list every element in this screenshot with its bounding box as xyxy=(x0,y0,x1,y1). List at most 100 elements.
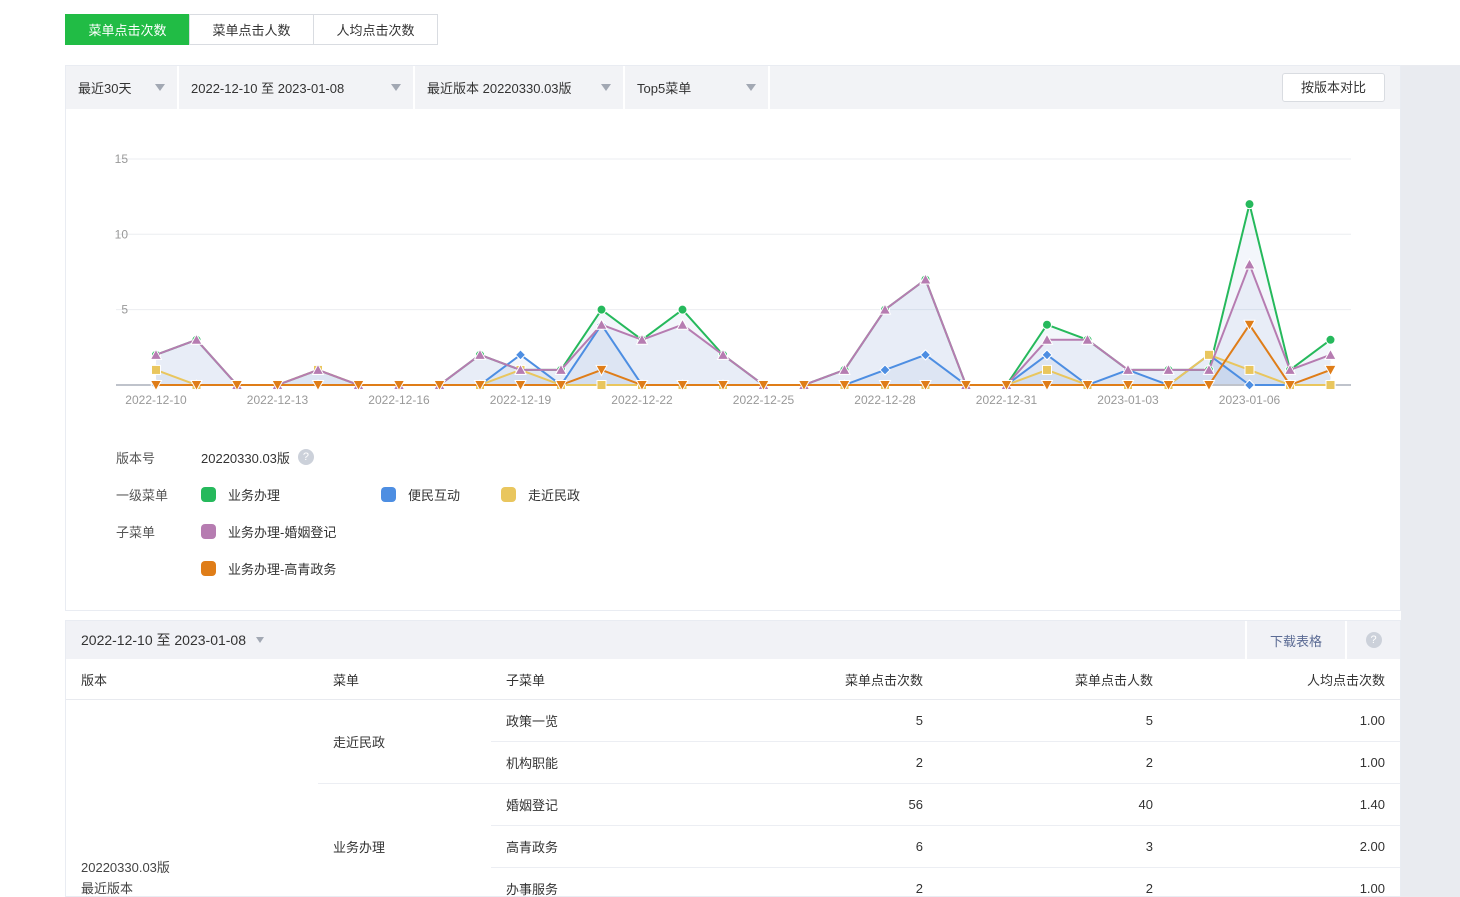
help-icon[interactable]: ? xyxy=(298,449,314,465)
column-header-3: 菜单点击次数 xyxy=(776,659,938,700)
version-cell: 20220330.03版最近版本 xyxy=(66,700,318,897)
compare-by-version-button[interactable]: 按版本对比 xyxy=(1282,73,1385,102)
series-line xyxy=(156,204,1331,385)
top5-dropdown[interactable]: Top5菜单 xyxy=(625,66,770,109)
legend-item-label: 业务办理-高青政务 xyxy=(228,559,336,578)
x-tick-label: 2022-12-16 xyxy=(368,393,430,407)
value-cell: 2.00 xyxy=(1168,826,1400,868)
value-cell: 56 xyxy=(776,784,938,826)
chevron-down-icon xyxy=(256,637,264,643)
version-dropdown[interactable]: 最近版本 20220330.03版 xyxy=(415,66,625,109)
page: 菜单点击次数 菜单点击人数 人均点击次数 最近30天 2022-12-10 至 … xyxy=(0,0,1460,897)
x-tick-label: 2022-12-25 xyxy=(733,393,795,407)
submenu-cell: 政策一览 xyxy=(491,700,776,742)
help-icon[interactable]: ? xyxy=(1366,632,1382,648)
submenu-cell: 机构职能 xyxy=(491,742,776,784)
series-point[interactable] xyxy=(597,305,606,314)
value-cell: 6 xyxy=(776,826,938,868)
series-area xyxy=(156,264,1331,385)
page-right-margin xyxy=(1401,65,1460,897)
legend-swatch xyxy=(501,487,516,502)
menu-cell: 走近民政 xyxy=(318,700,491,784)
top5-value: Top5菜单 xyxy=(637,78,691,97)
chevron-down-icon xyxy=(155,84,165,91)
chart-card: 最近30天 2022-12-10 至 2023-01-08 最近版本 20220… xyxy=(65,65,1401,611)
version-filter-value: 最近版本 20220330.03版 xyxy=(427,78,572,97)
legend-version-row: 版本号 20220330.03版 ? xyxy=(116,449,580,465)
stats-table-head: 版本菜单子菜单菜单点击次数菜单点击人数人均点击次数 xyxy=(66,659,1400,700)
stats-table-body: 20220330.03版最近版本走近民政政策一览551.00机构职能221.00… xyxy=(66,700,1400,897)
legend-swatch xyxy=(201,561,216,576)
version-label: 版本号 xyxy=(116,448,201,467)
table-row: 20220330.03版最近版本走近民政政策一览551.00 xyxy=(66,700,1400,742)
x-tick-label: 2022-12-28 xyxy=(854,393,916,407)
chevron-down-icon xyxy=(746,84,756,91)
series-point[interactable] xyxy=(1326,381,1335,390)
tab-menu-users[interactable]: 菜单点击人数 xyxy=(189,14,314,45)
download-table-button[interactable]: 下载表格 xyxy=(1245,621,1347,659)
column-header-0: 版本 xyxy=(66,659,318,700)
series-line xyxy=(156,264,1331,385)
series-point[interactable] xyxy=(597,381,606,390)
series-point[interactable] xyxy=(1245,200,1254,209)
sub-label: 子菜单 xyxy=(116,522,201,541)
date-range-dropdown[interactable]: 2022-12-10 至 2023-01-08 xyxy=(179,66,415,109)
table-card: 2022-12-10 至 2023-01-08 下载表格 ? 版本菜单子菜单菜单… xyxy=(65,620,1401,897)
legend-item[interactable]: 业务办理 xyxy=(201,485,381,504)
legend-item[interactable]: 业务办理-婚姻登记 xyxy=(201,522,336,541)
legend-item-label: 便民互动 xyxy=(408,485,460,504)
table-date-range-dropdown[interactable]: 2022-12-10 至 2023-01-08 xyxy=(66,621,1245,659)
legend-swatch xyxy=(381,487,396,502)
series-point[interactable] xyxy=(1326,335,1335,344)
table-date-range-value: 2022-12-10 至 2023-01-08 xyxy=(81,630,246,650)
series-area xyxy=(156,204,1331,385)
legend-item[interactable]: 便民互动 xyxy=(381,485,501,504)
tab-menu-clicks[interactable]: 菜单点击次数 xyxy=(65,14,190,45)
series-point[interactable] xyxy=(1043,320,1052,329)
menu-cell: 业务办理 xyxy=(318,784,491,897)
line-chart[interactable]: 510152022-12-102022-12-132022-12-162022-… xyxy=(66,109,1400,454)
legend-level1-row: 一级菜单 业务办理 便民互动 走近民政 xyxy=(116,486,580,502)
submenu-cell: 高青政务 xyxy=(491,826,776,868)
table-header-bar: 2022-12-10 至 2023-01-08 下载表格 ? xyxy=(66,621,1400,659)
series-point[interactable] xyxy=(152,365,161,374)
range-preset-dropdown[interactable]: 最近30天 xyxy=(66,66,179,109)
x-tick-label: 2022-12-10 xyxy=(125,393,187,407)
chart-legend: 版本号 20220330.03版 ? 一级菜单 业务办理 便民互动 走近民政 子菜单… xyxy=(116,449,580,597)
value-cell: 2 xyxy=(776,742,938,784)
value-cell: 40 xyxy=(938,784,1168,826)
legend-sub-row-1: 子菜单 业务办理-婚姻登记 xyxy=(116,523,580,539)
value-cell: 1.00 xyxy=(1168,868,1400,897)
legend-item-label: 业务办理 xyxy=(228,485,280,504)
column-header-1: 菜单 xyxy=(318,659,491,700)
column-header-2: 子菜单 xyxy=(491,659,776,700)
value-cell: 5 xyxy=(938,700,1168,742)
version-tag: 最近版本 xyxy=(81,878,318,897)
legend-item[interactable]: 走近民政 xyxy=(501,485,580,504)
version-name: 20220330.03版 xyxy=(81,857,318,878)
legend-sub-row-2: 业务办理-高青政务 xyxy=(116,560,580,576)
value-cell: 2 xyxy=(776,868,938,897)
value-cell: 1.40 xyxy=(1168,784,1400,826)
legend-item[interactable]: 业务办理-高青政务 xyxy=(201,559,336,578)
series-point[interactable] xyxy=(678,305,687,314)
level1-label: 一级菜单 xyxy=(116,485,201,504)
y-tick-label: 15 xyxy=(115,152,129,166)
series-point[interactable] xyxy=(1205,350,1214,359)
y-tick-label: 5 xyxy=(121,303,128,317)
version-value: 20220330.03版 xyxy=(201,448,290,467)
value-cell: 1.00 xyxy=(1168,700,1400,742)
tab-avg-clicks[interactable]: 人均点击次数 xyxy=(313,14,438,45)
submenu-cell: 办事服务 xyxy=(491,868,776,897)
x-tick-label: 2022-12-13 xyxy=(247,393,309,407)
metric-tabs: 菜单点击次数 菜单点击人数 人均点击次数 xyxy=(65,14,438,45)
series-point[interactable] xyxy=(1245,365,1254,374)
filter-bar: 最近30天 2022-12-10 至 2023-01-08 最近版本 20220… xyxy=(66,66,1400,109)
x-tick-label: 2022-12-31 xyxy=(976,393,1038,407)
series-point[interactable] xyxy=(1043,365,1052,374)
legend-item-label: 业务办理-婚姻登记 xyxy=(228,522,336,541)
x-tick-label: 2023-01-03 xyxy=(1097,393,1159,407)
value-cell: 2 xyxy=(938,868,1168,897)
value-cell: 1.00 xyxy=(1168,742,1400,784)
value-cell: 3 xyxy=(938,826,1168,868)
